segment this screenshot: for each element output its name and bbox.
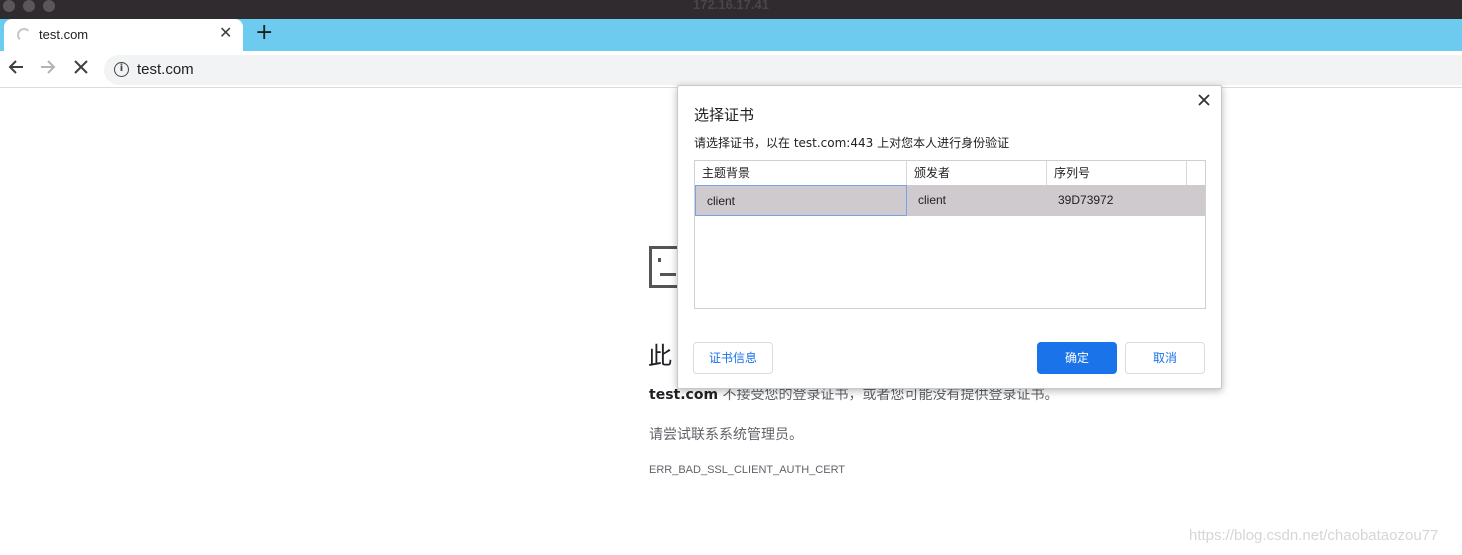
loading-spinner-icon xyxy=(17,28,31,42)
address-url: test.com xyxy=(137,61,194,78)
tab-close-icon[interactable]: ✕ xyxy=(219,25,232,41)
dialog-close-icon[interactable] xyxy=(1198,90,1210,110)
forward-arrow-icon[interactable] xyxy=(39,58,57,79)
column-header-serial[interactable]: 序列号 xyxy=(1047,161,1187,185)
cell-serial: 39D73972 xyxy=(1058,193,1114,207)
dialog-title: 选择证书 xyxy=(694,106,755,124)
window-titlebar: 172.16.17.41 xyxy=(0,0,1462,19)
certificate-info-button[interactable]: 证书信息 xyxy=(693,342,773,374)
watermark: https://blog.csdn.net/chaobataozou77 xyxy=(1189,527,1439,544)
address-bar[interactable]: i test.com xyxy=(104,55,1462,85)
column-header-subject[interactable]: 主题背景 xyxy=(695,161,907,185)
select-certificate-dialog: 选择证书 请选择证书，以在 test.com:443 上对您本人进行身份验证 主… xyxy=(677,85,1222,389)
cancel-button[interactable]: 取消 xyxy=(1125,342,1205,374)
error-code: ERR_BAD_SSL_CLIENT_AUTH_CERT xyxy=(649,464,846,476)
table-row[interactable]: client client 39D73972 xyxy=(695,185,1205,216)
tab-test-com[interactable]: test.com ✕ xyxy=(4,19,243,52)
error-heading: 此 xyxy=(648,342,672,370)
error-domain: test.com xyxy=(649,387,719,403)
stop-loading-icon[interactable] xyxy=(72,58,90,79)
back-arrow-icon[interactable] xyxy=(7,58,25,79)
sad-mouth xyxy=(660,273,676,276)
certificate-table: 主题背景 颁发者 序列号 client client 39D73972 xyxy=(694,160,1206,309)
browser-toolbar: i test.com xyxy=(0,52,1462,88)
error-description-text: 不接受您的登录证书，或者您可能没有提供登录证书。 xyxy=(718,387,1059,403)
dialog-subtitle: 请选择证书，以在 test.com:443 上对您本人进行身份验证 xyxy=(694,136,1010,150)
sad-eyes xyxy=(658,258,676,262)
new-tab-icon[interactable]: + xyxy=(255,22,273,44)
cell-subject: client xyxy=(695,185,907,216)
tab-title: test.com xyxy=(39,27,89,42)
error-suggestion: 请尝试联系系统管理员。 xyxy=(649,427,803,443)
cell-issuer: client xyxy=(918,193,947,207)
window-title: 172.16.17.41 xyxy=(693,0,769,12)
site-info-icon[interactable]: i xyxy=(114,62,129,77)
column-header-issuer[interactable]: 颁发者 xyxy=(907,161,1047,185)
ok-button[interactable]: 确定 xyxy=(1037,342,1117,374)
